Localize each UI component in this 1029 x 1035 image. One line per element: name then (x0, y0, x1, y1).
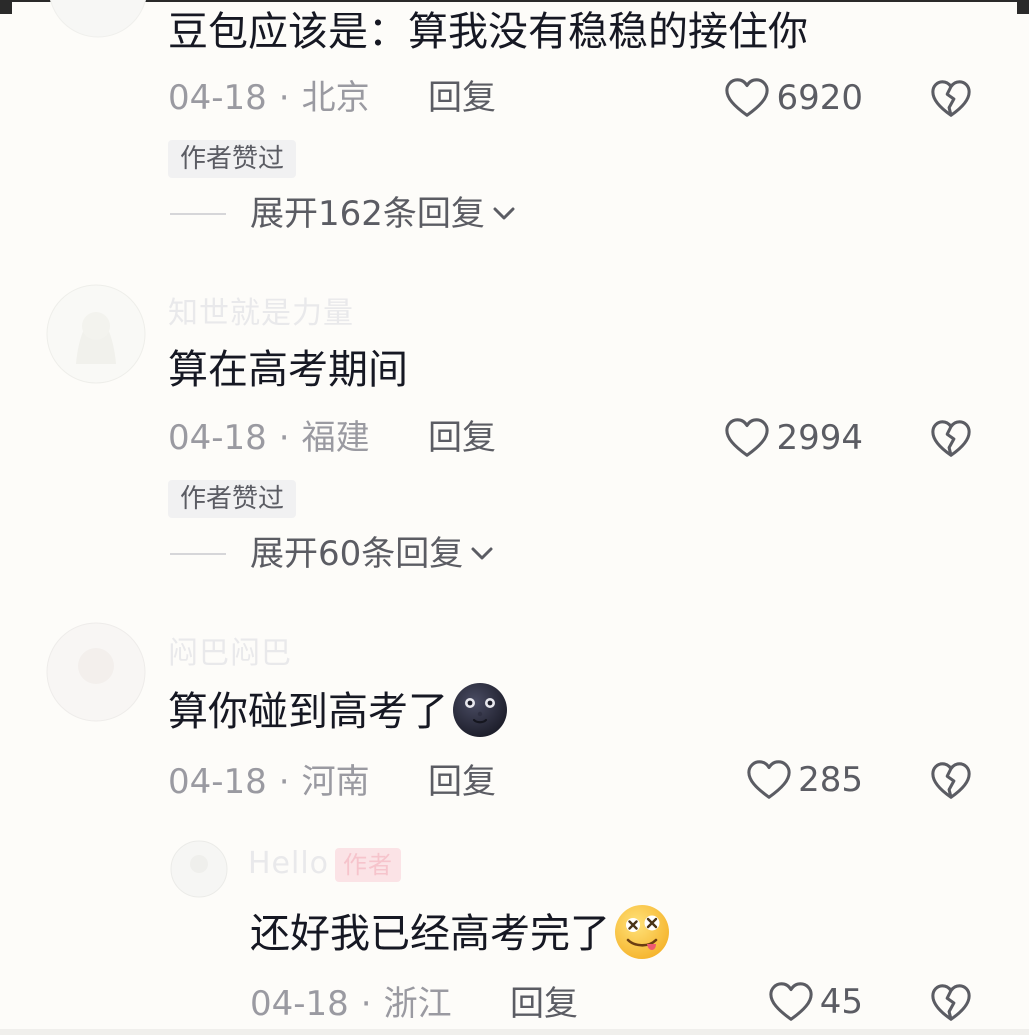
reply-button[interactable]: 回复 (428, 762, 496, 802)
bottom-border (0, 1029, 1029, 1035)
corner-mark-right (1017, 0, 1029, 14)
broken-heart-icon (930, 982, 972, 1024)
like-count: 6920 (776, 78, 863, 118)
chevron-down-icon (491, 201, 517, 227)
author-tag: 作者 (335, 847, 402, 882)
liked-by-author-badge: 作者赞过 (168, 480, 297, 518)
dislike-button[interactable] (930, 418, 972, 460)
comment-meta: 04-18 · 北京 (168, 78, 370, 118)
comment-text: 豆包应该是：算我没有稳稳的接住你 (168, 9, 808, 55)
dislike-button[interactable] (930, 982, 972, 1024)
broken-heart-icon (930, 78, 972, 120)
meta-separator: · (360, 984, 372, 1024)
new-moon-face-emoji (452, 682, 508, 738)
like-count: 285 (798, 760, 863, 800)
corner-mark-left (0, 0, 12, 14)
reply-button[interactable]: 回复 (510, 984, 578, 1024)
comment-date: 04-18 (250, 984, 349, 1024)
expand-replies-label: 展开60条回复 (250, 534, 464, 574)
comment-meta: 04-18 · 福建 (168, 418, 370, 458)
meta-separator: · (278, 78, 290, 118)
comment-date: 04-18 (168, 418, 267, 458)
username[interactable]: 知世就是力量 (168, 288, 354, 332)
username[interactable]: 闷巴闷巴 (168, 628, 292, 672)
expand-replies-button[interactable]: 展开60条回复 (170, 534, 495, 574)
broken-heart-icon (930, 760, 972, 802)
username: Hello 作者 (248, 846, 402, 882)
comment-location: 北京 (301, 78, 370, 118)
avatar[interactable] (46, 622, 146, 722)
meta-separator: · (278, 762, 290, 802)
like-count: 2994 (776, 418, 863, 458)
comment-date: 04-18 (168, 78, 267, 118)
heart-outline-icon (724, 416, 770, 460)
top-border (12, 0, 1017, 2)
chevron-down-icon (469, 541, 495, 567)
meta-separator: · (278, 418, 290, 458)
comment-text: 算你碰到高考了 (168, 683, 508, 742)
reply-button[interactable]: 回复 (428, 418, 496, 458)
avatar[interactable] (48, 0, 148, 38)
dizzy-face-emoji (614, 904, 670, 960)
comment-text-content: 算你碰到高考了 (168, 689, 448, 735)
heart-outline-icon (768, 980, 814, 1024)
comment-location: 浙江 (383, 984, 452, 1024)
like-button[interactable]: 45 (768, 980, 863, 1024)
comment-location: 河南 (301, 762, 370, 802)
comment-meta: 04-18 · 河南 (168, 762, 370, 802)
like-count: 45 (819, 982, 863, 1022)
dislike-button[interactable] (930, 760, 972, 802)
like-button[interactable]: 6920 (724, 76, 863, 120)
comment-location: 福建 (301, 418, 370, 458)
comment-text: 算在高考期间 (168, 347, 408, 393)
avatar[interactable] (170, 840, 228, 898)
comment-meta: 04-18 · 浙江 (250, 984, 452, 1024)
avatar[interactable] (46, 284, 146, 384)
liked-by-author-badge: 作者赞过 (168, 140, 297, 178)
comment-text-content: 还好我已经高考完了 (250, 911, 610, 957)
expand-divider (170, 213, 226, 215)
expand-replies-label: 展开162条回复 (250, 194, 485, 234)
comment-date: 04-18 (168, 762, 267, 802)
username-text[interactable]: Hello (248, 846, 329, 881)
like-button[interactable]: 2994 (724, 416, 863, 460)
heart-outline-icon (746, 758, 792, 802)
heart-outline-icon (724, 76, 770, 120)
broken-heart-icon (930, 418, 972, 460)
expand-replies-button[interactable]: 展开162条回复 (170, 194, 517, 234)
dislike-button[interactable] (930, 78, 972, 120)
reply-button[interactable]: 回复 (428, 78, 496, 118)
like-button[interactable]: 285 (746, 758, 863, 802)
expand-divider (170, 553, 226, 555)
comment-text: 还好我已经高考完了 (250, 905, 670, 964)
